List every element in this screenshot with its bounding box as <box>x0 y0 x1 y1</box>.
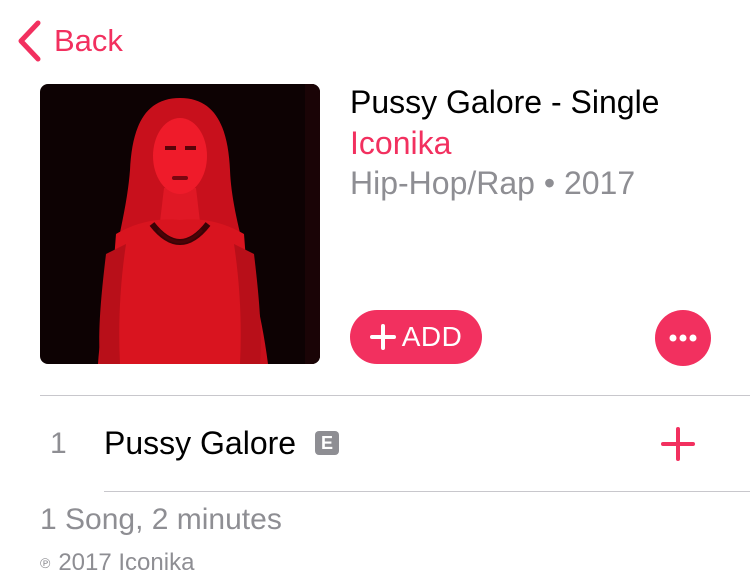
track-row[interactable]: 1 Pussy Galore E <box>40 396 750 491</box>
album-artwork-image <box>40 84 320 364</box>
chevron-left-icon <box>18 20 41 62</box>
divider <box>104 491 750 492</box>
add-label: ADD <box>401 321 463 352</box>
back-button[interactable]: Back <box>16 18 123 64</box>
more-options-button[interactable] <box>655 310 711 366</box>
album-artwork[interactable] <box>40 84 320 364</box>
add-button[interactable]: ADD <box>350 310 482 364</box>
track-add-button[interactable] <box>660 426 696 462</box>
copyright-row: ℗ 2017 Iconika <box>40 548 194 578</box>
explicit-badge: E <box>315 431 339 455</box>
album-summary: 1 Song, 2 minutes <box>40 503 282 536</box>
ellipsis-icon <box>669 334 697 342</box>
back-label: Back <box>54 23 123 58</box>
track-title: Pussy Galore <box>104 425 297 461</box>
copyright-text: 2017 Iconika <box>58 549 195 576</box>
copyright-symbol: ℗ <box>40 555 51 571</box>
artist-link[interactable]: Iconika <box>350 125 451 162</box>
album-title: Pussy Galore - Single <box>350 84 660 120</box>
plus-icon <box>661 427 695 461</box>
plus-icon <box>369 324 396 350</box>
track-number: 1 <box>50 427 67 460</box>
genre-year: Hip-Hop/Rap • 2017 <box>350 165 636 201</box>
